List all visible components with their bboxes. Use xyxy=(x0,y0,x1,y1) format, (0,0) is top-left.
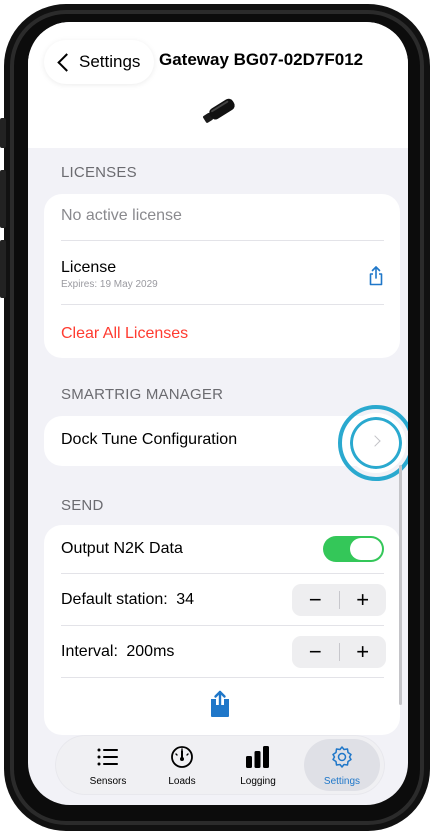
license-row[interactable]: License Expires: 19 May 2029 xyxy=(61,259,384,290)
tab-loads-label: Loads xyxy=(168,776,196,787)
interval-label: Interval: xyxy=(61,643,118,660)
interval-stepper: − + xyxy=(292,636,386,668)
interval-increment-button[interactable]: + xyxy=(339,636,386,668)
station-stepper: − + xyxy=(292,584,386,616)
back-button-label: Settings xyxy=(79,52,141,71)
send-card: Output N2K Data Default station: 34 − + … xyxy=(44,525,400,735)
page-title: Gateway BG07-02D7F012 xyxy=(159,50,364,69)
license-expiry: Expires: 19 May 2029 xyxy=(61,279,158,290)
licenses-section-label: LICENSES xyxy=(61,164,137,181)
output-n2k-toggle[interactable] xyxy=(323,536,384,562)
tab-sensors-label: Sensors xyxy=(89,776,127,787)
station-increment-button[interactable]: + xyxy=(339,584,386,616)
chevron-left-icon xyxy=(57,52,76,72)
station-decrement-button[interactable]: − xyxy=(292,584,339,616)
tab-settings-label: Settings xyxy=(323,776,361,787)
default-station-label: Default station: xyxy=(61,591,168,608)
tab-logging-label: Logging xyxy=(240,776,276,787)
license-title: License xyxy=(61,259,117,276)
app-screen: Settings Gateway BG07-02D7F012 LICENSES … xyxy=(28,22,408,805)
gear-icon xyxy=(332,746,352,768)
interval-decrement-button[interactable]: − xyxy=(292,636,339,668)
list-icon xyxy=(97,748,118,766)
licenses-card: No active license License Expires: 19 Ma… xyxy=(44,194,400,358)
tab-logging[interactable]: Logging xyxy=(220,736,296,794)
scrollbar[interactable] xyxy=(399,465,402,705)
share-icon[interactable] xyxy=(368,266,384,286)
dock-tune-label: Dock Tune Configuration xyxy=(61,431,238,448)
smartrig-section-label: SMARTRIG MANAGER xyxy=(61,386,224,403)
upload-icon[interactable] xyxy=(208,690,232,718)
interval-value: 200ms xyxy=(126,643,175,660)
tab-sensors[interactable]: Sensors xyxy=(70,736,146,794)
clear-licenses-button[interactable]: Clear All Licenses xyxy=(61,325,384,343)
default-station-value: 34 xyxy=(176,591,194,608)
no-license-text: No active license xyxy=(61,207,182,224)
tab-loads[interactable]: Loads xyxy=(144,736,220,794)
send-section-label: SEND xyxy=(61,497,104,514)
usb-gateway-icon xyxy=(203,98,235,123)
back-button[interactable]: Settings xyxy=(44,40,155,84)
nav-header: Settings Gateway BG07-02D7F012 xyxy=(28,22,408,148)
bar-chart-icon xyxy=(246,746,269,768)
tab-settings[interactable]: Settings xyxy=(304,736,380,794)
tab-bar: Sensors Loads Logging Settings xyxy=(56,736,384,794)
phone-frame: Settings Gateway BG07-02D7F012 LICENSES … xyxy=(0,0,436,835)
gauge-icon xyxy=(171,746,193,768)
